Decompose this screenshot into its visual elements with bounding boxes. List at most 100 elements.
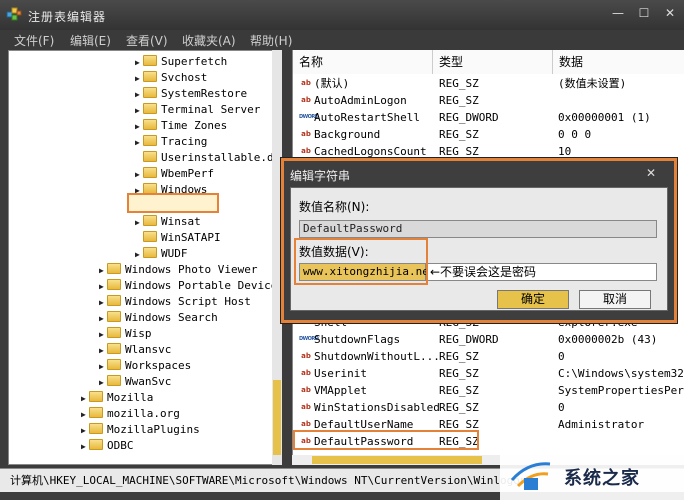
value-name: WinStationsDisabled	[314, 401, 440, 414]
list-scroll-thumb[interactable]	[312, 456, 482, 464]
expand-arrow-icon[interactable]: ▶	[99, 311, 107, 327]
value-row[interactable]: DWORD ShutdownFlags REG_DWORD 0x0000002b (4…	[293, 331, 684, 348]
value-row[interactable]: ab Userinit REG_SZ C:\Windows\system32\	[293, 365, 684, 382]
expand-arrow-icon[interactable]: ▶	[81, 407, 89, 423]
folder-icon	[107, 375, 121, 386]
expand-arrow-icon[interactable]: ▶	[135, 167, 143, 183]
column-header-data[interactable]: 数据	[553, 50, 684, 74]
tree-item[interactable]: ▶ MozillaPlugins	[81, 422, 200, 438]
value-name-label: 数值名称(N):	[299, 200, 370, 214]
expand-arrow-icon[interactable]: ▶	[99, 263, 107, 279]
tree-scroll-thumb[interactable]	[273, 380, 281, 455]
tree-item-label: Time Zones	[161, 119, 228, 132]
tree-item-label: Windows Script Host	[125, 295, 251, 308]
value-row[interactable]: ab Background REG_SZ 0 0 0	[293, 126, 684, 143]
minimize-button[interactable]: —	[604, 2, 632, 24]
value-row[interactable]: ab VMApplet REG_SZ SystemPropertiesPer	[293, 382, 684, 399]
column-header-type[interactable]: 类型	[433, 50, 553, 74]
tree-item[interactable]: ▶ Mozilla	[81, 390, 153, 406]
folder-icon	[143, 119, 157, 130]
value-row[interactable]: ab ShutdownWithoutL... REG_SZ 0	[293, 348, 684, 365]
folder-icon	[107, 359, 121, 370]
folder-icon	[143, 167, 157, 178]
tree-item-label: Superfetch	[161, 55, 228, 68]
menu-help[interactable]: 帮助(H)	[250, 32, 292, 49]
folder-icon	[143, 215, 157, 226]
folder-icon	[107, 263, 121, 274]
expand-arrow-icon[interactable]: ▶	[135, 215, 143, 231]
window-title: 注册表编辑器	[28, 10, 107, 24]
tree-item[interactable]: ▶ Time Zones	[135, 118, 227, 134]
menu-edit[interactable]: 编辑(E)	[70, 32, 111, 49]
folder-icon	[107, 343, 121, 354]
expand-arrow-icon[interactable]: ▶	[135, 135, 143, 151]
default-password-highlight-box	[293, 430, 479, 450]
tree-item[interactable]: ▶ Winsat	[135, 214, 201, 230]
expand-arrow-icon[interactable]: ▶	[135, 103, 143, 119]
tree-item-label: Terminal Server	[161, 103, 261, 116]
expand-arrow-icon[interactable]: ▶	[135, 247, 143, 263]
tree-item[interactable]: Userinstallable.d	[135, 150, 274, 166]
value-row[interactable]: ab WinStationsDisabled REG_SZ 0	[293, 399, 684, 416]
tree-item[interactable]: ▶ Windows Photo Viewer	[99, 262, 257, 278]
expand-arrow-icon[interactable]: ▶	[99, 343, 107, 359]
tree-item[interactable]: ▶ WwanSvc	[99, 374, 171, 390]
expand-arrow-icon[interactable]: ▶	[99, 295, 107, 311]
value-row[interactable]: ab (默认) REG_SZ (数值未设置)	[293, 75, 684, 92]
value-row[interactable]: ab AutoAdminLogon REG_SZ	[293, 92, 684, 109]
expand-arrow-icon[interactable]: ▶	[135, 87, 143, 103]
menu-file[interactable]: 文件(F)	[14, 32, 54, 49]
tree-item[interactable]: ▶ WUDF	[135, 246, 188, 262]
tree-item-label: Tracing	[161, 135, 208, 148]
expand-arrow-icon[interactable]: ▶	[99, 359, 107, 375]
folder-icon	[89, 439, 103, 450]
tree-item[interactable]: ▶ SystemRestore	[135, 86, 247, 102]
tree-item-label: Wlansvc	[125, 343, 172, 356]
tree-item[interactable]: ▶ Tracing	[135, 134, 207, 150]
tree-item-label: Windows Search	[125, 311, 218, 324]
folder-icon	[89, 423, 103, 434]
value-type: REG_SZ	[439, 128, 479, 141]
tree-item[interactable]: ▶ Windows Search	[99, 310, 218, 326]
expand-arrow-icon[interactable]: ▶	[81, 423, 89, 439]
registry-key-tree[interactable]: ▶ Superfetch ▶ Svchost ▶ SystemRestore ▶ Termin…	[8, 50, 282, 465]
ok-button[interactable]: 确定	[497, 290, 569, 309]
tree-item[interactable]: ▶ Wisp	[99, 326, 152, 342]
tree-item[interactable]: ▶ Workspaces	[99, 358, 191, 374]
folder-icon	[143, 103, 157, 114]
tree-item[interactable]: ▶ Svchost	[135, 70, 207, 86]
folder-icon	[107, 311, 121, 322]
value-row[interactable]: DWORD AutoRestartShell REG_DWORD 0x00000001…	[293, 109, 684, 126]
tree-item-label: WwanSvc	[125, 375, 172, 388]
expand-arrow-icon[interactable]: ▶	[81, 391, 89, 407]
menu-favorites[interactable]: 收藏夹(A)	[182, 32, 236, 49]
tree-item[interactable]: ▶ Wlansvc	[99, 342, 171, 358]
tree-item-label: MozillaPlugins	[107, 423, 200, 436]
expand-arrow-icon[interactable]: ▶	[135, 71, 143, 87]
expand-arrow-icon[interactable]: ▶	[135, 55, 143, 71]
column-header-name[interactable]: 名称	[293, 50, 433, 74]
tree-item[interactable]: ▶ mozilla.org	[81, 406, 180, 422]
tree-item[interactable]: ▶ Terminal Server	[135, 102, 260, 118]
dialog-close-button[interactable]: ✕	[644, 166, 658, 180]
expand-arrow-icon[interactable]: ▶	[99, 327, 107, 343]
menu-view[interactable]: 查看(V)	[126, 32, 168, 49]
value-data: SystemPropertiesPer	[558, 384, 684, 397]
tree-item[interactable]: ▶ Superfetch	[135, 54, 227, 70]
expand-arrow-icon[interactable]: ▶	[135, 119, 143, 135]
tree-item[interactable]: ▶ Windows Script Host	[99, 294, 251, 310]
folder-icon	[143, 87, 157, 98]
expand-arrow-icon[interactable]: ▶	[99, 279, 107, 295]
reg-string-icon: ab	[301, 96, 311, 104]
tree-item[interactable]: ▶ ODBC	[81, 438, 134, 454]
tree-item[interactable]: ▶ Windows Portable Device	[99, 278, 277, 294]
expand-arrow-icon[interactable]: ▶	[99, 375, 107, 391]
tree-item[interactable]: ▶ WbemPerf	[135, 166, 214, 182]
close-button[interactable]: ✕	[656, 2, 684, 24]
tree-item-label: Windows Photo Viewer	[125, 263, 258, 276]
maximize-button[interactable]: ☐	[630, 2, 658, 24]
tree-item[interactable]: WinSATAPI	[135, 230, 221, 246]
cancel-button[interactable]: 取消	[579, 290, 651, 309]
tree-item-label: SystemRestore	[161, 87, 248, 100]
expand-arrow-icon[interactable]: ▶	[81, 439, 89, 455]
